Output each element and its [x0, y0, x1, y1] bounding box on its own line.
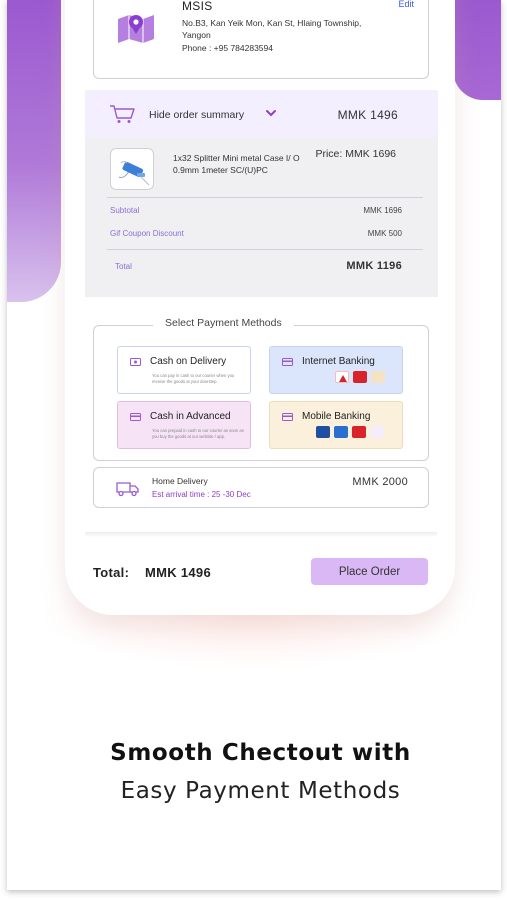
edit-address-link[interactable]: Edit: [398, 0, 414, 9]
payment-option-note: You can prepaid in cash to our courier a…: [152, 428, 244, 439]
chevron-down-icon[interactable]: [265, 108, 277, 118]
payment-option-cash-in-advanced[interactable]: Cash in Advanced You can prepaid in cash…: [117, 401, 251, 449]
discount-label: Gif Coupon Discount: [110, 229, 184, 238]
splitter-product-icon: [118, 161, 150, 186]
footer-divider: [85, 532, 437, 537]
product-name: 1x32 Splitter Mini metal Case I/ O 0.9mm…: [173, 153, 300, 175]
wallet-logo: [370, 426, 384, 438]
wallet-logo: [334, 426, 348, 438]
bank-logo: [353, 371, 367, 383]
background-band-right: [453, 0, 501, 100]
delivery-title: Home Delivery: [152, 476, 208, 486]
page-frame: MSIS No.B3, Kan Yeik Mon, Kan St, Hlaing…: [7, 0, 501, 890]
payment-option-label: Cash in Advanced: [150, 411, 231, 422]
cash-icon: [130, 358, 141, 366]
summary-header-total: MMK 1496: [337, 108, 398, 122]
summary-divider: [107, 197, 423, 198]
payment-methods-title: Select Payment Methods: [153, 317, 294, 329]
delivery-price: MMK 2000: [352, 476, 408, 488]
payment-option-internet-banking[interactable]: Internet Banking: [269, 346, 403, 394]
summary-divider: [107, 249, 423, 250]
promo-headline: Smooth Chectout with: [110, 740, 411, 766]
payment-option-cash-on-delivery[interactable]: Cash on Delivery You can pay in cash to …: [117, 346, 251, 394]
background-band-left: [7, 0, 61, 302]
payment-option-note: You can pay in cash to our courier when …: [152, 373, 235, 384]
cart-icon: [110, 105, 135, 123]
address-line-1: No.B3, Kan Yeik Mon, Kan St, Hlaing Town…: [182, 18, 362, 28]
shipping-address-card: MSIS No.B3, Kan Yeik Mon, Kan St, Hlaing…: [93, 0, 429, 79]
bank-logo: [335, 371, 349, 383]
order-summary-panel: Hide order summary MMK 1496 1x32 Splitte…: [85, 90, 438, 297]
product-price: Price: MMK 1696: [315, 148, 396, 160]
summary-total-value: MMK 1196: [346, 260, 402, 272]
summary-total-label: Total: [115, 262, 132, 271]
phone-mockup: MSIS No.B3, Kan Yeik Mon, Kan St, Hlaing…: [65, 0, 455, 615]
order-summary-toggle[interactable]: Hide order summary MMK 1496: [85, 90, 438, 137]
wallet-logo: [352, 426, 366, 438]
wallet-logo: [316, 426, 330, 438]
map-pin-icon: [118, 15, 154, 43]
payment-option-label: Mobile Banking: [302, 411, 371, 422]
discount-value: MMK 500: [367, 229, 402, 238]
card-icon: [282, 413, 293, 421]
payment-option-mobile-banking[interactable]: Mobile Banking: [269, 401, 403, 449]
bank-logo: [371, 371, 385, 383]
wallet-logos: [316, 426, 384, 438]
payment-option-label: Cash on Delivery: [150, 356, 227, 367]
product-thumbnail: [110, 148, 154, 190]
bank-logos: [335, 371, 385, 383]
delivery-option[interactable]: Home Delivery Est arrival time : 25 -30 …: [93, 467, 429, 508]
address-line-2: Yangon: [182, 30, 211, 40]
recipient-name: MSIS: [182, 0, 213, 13]
subtotal-value: MMK 1696: [363, 206, 402, 215]
card-icon: [130, 413, 141, 421]
footer-total-label: Total:: [93, 565, 130, 580]
subtotal-label: Subtotal: [110, 206, 140, 215]
hide-order-summary-label: Hide order summary: [149, 109, 245, 121]
card-icon: [282, 358, 293, 366]
promo-subline: Easy Payment Methods: [120, 778, 401, 804]
phone-number: Phone : +95 784283594: [182, 43, 273, 53]
truck-icon: [116, 482, 139, 497]
place-order-button[interactable]: Place Order: [311, 558, 428, 585]
payment-option-label: Internet Banking: [302, 356, 375, 367]
footer-total-value: MMK 1496: [145, 565, 211, 580]
delivery-eta: Est arrival time : 25 -30 Dec: [152, 490, 251, 499]
